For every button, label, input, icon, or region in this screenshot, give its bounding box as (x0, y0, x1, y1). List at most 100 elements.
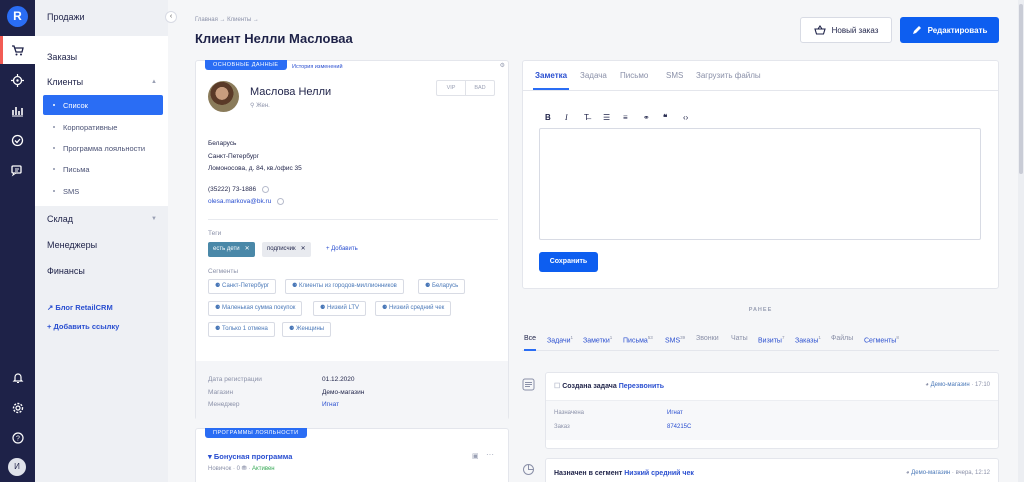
change-history-link[interactable]: История изменений (292, 64, 343, 70)
chats-icon[interactable] (0, 156, 35, 184)
points-icon: ⛃ (241, 466, 247, 472)
segment-icon: ⚈ (215, 283, 223, 289)
filter-orders[interactable]: Заказы1 (795, 335, 821, 344)
basket-icon (813, 25, 826, 35)
sidebar-item-finance[interactable]: Финансы (47, 266, 85, 276)
analytics-icon[interactable] (0, 96, 35, 124)
blog-link[interactable]: ↗ Блог RetailCRM (47, 303, 113, 312)
tab-letter[interactable]: Письмо (620, 71, 648, 80)
retailcrm-logo[interactable]: R (7, 6, 28, 27)
scrollbar-thumb[interactable] (1019, 4, 1023, 174)
bullet-icon (53, 104, 55, 106)
bell-icon[interactable] (0, 364, 35, 392)
numbered-list-icon[interactable]: ≡ (623, 113, 628, 122)
remove-tag-icon[interactable]: ✕ (301, 246, 306, 252)
code-icon[interactable]: ‹› (683, 113, 688, 122)
segment-icon: ⚈ (425, 283, 433, 289)
bullet-icon (53, 147, 55, 149)
tab-sms[interactable]: SMS (666, 71, 683, 80)
settings-gear-icon[interactable] (0, 394, 35, 422)
client-meta-footer: Дата регистрации 01.12.2020 Магазин Демо-м… (196, 361, 508, 420)
sidebar-subitem-letters[interactable]: Письма (43, 159, 163, 179)
client-gender: ⚲ Жен. (250, 103, 270, 109)
collapse-sidebar-button[interactable]: ‹ (165, 11, 177, 23)
sidebar-item-clients[interactable]: Клиенты (47, 77, 83, 87)
segment-pie-icon (522, 463, 536, 477)
tasks-check-icon[interactable] (0, 126, 35, 154)
filter-visits[interactable]: Визиты7 (758, 335, 784, 344)
tag-chip[interactable]: есть дети ✕ (208, 242, 255, 257)
verify-phone-icon[interactable] (262, 186, 270, 193)
card-icon[interactable]: ▣ (472, 452, 479, 460)
bullet-list-icon[interactable]: ☰ (603, 113, 610, 122)
loyalty-program-link[interactable]: ▾ Бонусная программа (208, 452, 292, 461)
clear-format-icon[interactable]: T̶ (584, 113, 589, 122)
bold-icon[interactable]: B (545, 113, 551, 122)
sidebar-subitem-list[interactable]: Список (43, 95, 163, 115)
breadcrumb[interactable]: Главная → Клиенты → (195, 17, 259, 23)
filter-notes[interactable]: Заметки1 (583, 335, 612, 344)
verify-email-icon[interactable] (277, 198, 285, 205)
checkbox-icon[interactable]: ☐ (554, 383, 562, 390)
filter-files[interactable]: Файлы (831, 335, 853, 342)
segment-chip[interactable]: ⚈ Женщины (282, 322, 332, 337)
save-button[interactable]: Сохранить (539, 252, 598, 272)
more-options-icon[interactable]: ··· (486, 450, 494, 459)
target-icon[interactable] (0, 66, 35, 94)
vip-toggle[interactable]: VIP (437, 81, 465, 95)
client-email-row: olesa.markova@bk.ru (208, 198, 285, 205)
filter-sms[interactable]: SMS39 (665, 335, 685, 344)
settings-gear-icon[interactable]: ⚙ (500, 62, 505, 69)
event-title: ☐ Создана задача Перезвонить (554, 383, 665, 390)
note-editor[interactable] (539, 128, 981, 240)
segment-chip[interactable]: ⚈ Санкт-Петербург (208, 279, 277, 294)
sidebar-subitem-corporate[interactable]: Корпоративные (43, 117, 163, 137)
client-main-data-card: ОСНОВНЫЕ ДАННЫЕ История изменений ⚙ Масл… (195, 60, 509, 420)
client-email[interactable]: olesa.markova@bk.ru (208, 198, 271, 205)
vip-bad-toggle: VIP BAD (436, 80, 495, 96)
tab-upload-files[interactable]: Загрузить файлы (696, 71, 761, 80)
filter-tasks[interactable]: Задачи1 (547, 335, 573, 344)
italic-icon[interactable]: I (565, 113, 568, 122)
filter-all[interactable]: Все (524, 335, 537, 351)
add-link-button[interactable]: + Добавить ссылку (47, 322, 119, 331)
quote-icon[interactable]: ❝ (663, 113, 667, 122)
sidebar-item-warehouse[interactable]: Склад (47, 214, 73, 224)
new-order-button[interactable]: Новый заказ (800, 17, 892, 43)
link-icon[interactable]: ⚭ (643, 113, 650, 122)
help-icon[interactable]: ? (0, 424, 35, 452)
client-photo (208, 81, 239, 112)
tags-label: Теги (208, 230, 222, 237)
segment-chip[interactable]: ⚈ Низкий LTV (313, 301, 367, 316)
bullet-icon (53, 190, 55, 192)
remove-tag-icon[interactable]: ✕ (245, 246, 250, 252)
tag-chip[interactable]: подписчик ✕ (262, 242, 311, 257)
user-avatar[interactable]: И (8, 458, 26, 476)
sales-cart-icon[interactable] (0, 36, 35, 64)
filter-letters[interactable]: Письма53 (623, 335, 653, 344)
segment-chip[interactable]: ⚈ Беларусь (418, 279, 466, 294)
communication-composer: Заметка Задача Письмо SMS Загрузить файл… (522, 60, 999, 289)
segment-chip[interactable]: ⚈ Клиенты из городов-миллионников (285, 279, 404, 294)
filter-segments[interactable]: Сегменты8 (864, 335, 899, 344)
tab-task[interactable]: Задача (580, 71, 607, 80)
sidebar-item-managers[interactable]: Менеджеры (47, 240, 97, 250)
sidebar-subitem-sms[interactable]: SMS (43, 181, 163, 201)
event-title: Назначен в сегмент Низкий средний чек (554, 470, 694, 477)
segment-chip[interactable]: ⚈ Маленькая сумма покупок (208, 301, 303, 316)
client-phone[interactable]: (35222) 73-1886 (208, 186, 256, 193)
segment-chip[interactable]: ⚈ Низкий средний чек (375, 301, 452, 316)
sidebar-item-orders[interactable]: Заказы (47, 52, 77, 62)
segment-chip[interactable]: ⚈ Только 1 отмена (208, 322, 275, 337)
tab-note[interactable]: Заметка (532, 71, 570, 90)
sidebar-subitem-loyalty[interactable]: Программа лояльности (43, 138, 163, 158)
page-scrollbar[interactable] (1018, 0, 1024, 482)
filter-chats[interactable]: Чаты (731, 335, 748, 342)
segment-icon: ⚈ (320, 305, 328, 311)
filter-calls[interactable]: Звонки (696, 335, 719, 342)
add-tag-button[interactable]: + Добавить (326, 246, 358, 252)
client-name: Маслова Нелли (250, 86, 332, 98)
bad-toggle[interactable]: BAD (465, 81, 494, 95)
edit-button[interactable]: Редактировать (900, 17, 999, 43)
earlier-divider: РАНЕЕ (748, 307, 773, 313)
